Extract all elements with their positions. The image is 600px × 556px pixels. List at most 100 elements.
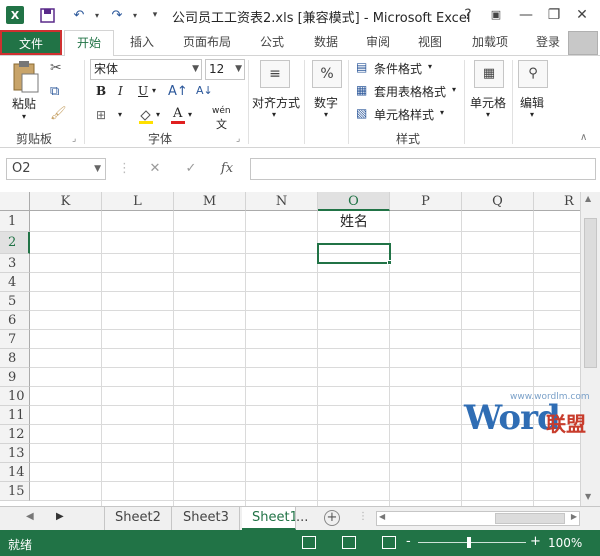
column-header-selected[interactable]: O [318,192,390,211]
fill-handle[interactable] [387,260,392,265]
vertical-scrollbar[interactable]: ▲ ▼ [580,192,600,506]
help-button[interactable]: ? [456,4,480,26]
split-handle-icon[interactable]: ⋮ [358,511,368,522]
binoculars-icon[interactable]: ⚲ [518,60,548,88]
more-sheets-button[interactable]: ... [292,507,312,530]
underline-button[interactable]: U [138,84,148,98]
column-header[interactable]: M [174,192,246,211]
phonetic-icon[interactable]: wén [212,106,231,116]
font-size-select[interactable]: 12 ▼ [205,59,245,80]
select-all-corner[interactable] [0,192,30,211]
borders-dropdown-icon[interactable]: ▾ [118,110,122,119]
row-header[interactable]: 5 [0,292,30,311]
copy-icon[interactable]: ⧉ [50,84,59,99]
cancel-icon[interactable]: ✕ [142,158,168,180]
zoom-thumb[interactable] [467,537,471,548]
page-break-view-icon[interactable] [382,536,396,549]
enter-icon[interactable]: ✓ [178,158,204,180]
tab-insert[interactable]: 插入 [120,30,164,55]
scroll-right-icon[interactable]: ▶ [571,512,577,521]
zoom-out-button[interactable]: - [406,534,411,549]
borders-icon[interactable]: ⊞ [96,108,106,122]
sheet-tab-sheet2[interactable]: Sheet2 [104,507,172,530]
zoom-level[interactable]: 100% [548,536,582,550]
horizontal-scrollbar[interactable]: ◀ ▶ [376,511,580,526]
restore-icon[interactable]: ❐ [542,4,566,26]
sheet-tab-sheet1[interactable]: Sheet1 [242,507,296,530]
cells-dropdown-icon[interactable]: ▾ [486,110,490,119]
row-header[interactable]: 3 [0,254,30,273]
tab-page-layout[interactable]: 页面布局 [176,30,238,55]
tab-data[interactable]: 数据 [304,30,348,55]
column-header[interactable]: L [102,192,174,211]
row-header[interactable]: 6 [0,311,30,330]
conditional-format-button[interactable]: 条件格式 [374,60,422,77]
bold-button[interactable]: B [96,84,106,98]
format-as-table-button[interactable]: 套用表格格式 [374,83,446,100]
font-color-dropdown-icon[interactable]: ▾ [188,110,192,119]
active-cell-outline[interactable] [317,243,391,264]
row-header[interactable]: 1 [0,211,30,232]
add-sheet-icon[interactable]: + [324,510,340,526]
save-icon[interactable] [38,6,56,24]
name-box[interactable]: O2 ▼ [6,158,106,180]
row-header-selected[interactable]: 2 [0,232,30,254]
editing-dropdown-icon[interactable]: ▾ [530,110,534,119]
column-header[interactable]: Q [462,192,534,211]
column-header[interactable]: R [534,192,580,211]
alignment-icon[interactable]: ≡ [260,60,290,88]
redo-dropdown-icon[interactable]: ▾ [126,6,144,24]
close-icon[interactable]: ✕ [570,4,594,26]
avatar[interactable] [568,31,598,55]
page-layout-view-icon[interactable] [342,536,356,549]
zoom-slider[interactable] [418,542,526,543]
column-header[interactable]: N [246,192,318,211]
customize-icon[interactable]: ▾ [146,6,164,24]
normal-view-icon[interactable] [302,536,316,549]
number-dropdown-icon[interactable]: ▾ [324,110,328,119]
paste-button[interactable]: 粘贴 [12,95,36,112]
alignment-button[interactable]: 对齐方式 [252,94,300,111]
row-header[interactable]: 11 [0,406,30,425]
font-shrink-icon[interactable]: A↓ [196,84,213,97]
percent-icon[interactable]: % [312,60,342,88]
sheet-prev-icon[interactable]: ◀ [26,511,34,522]
tab-formulas[interactable]: 公式 [250,30,294,55]
clipboard-launcher-icon[interactable]: ⌟ [72,134,76,144]
row-header[interactable]: 10 [0,387,30,406]
format-painter-icon[interactable]: 🖌 [50,106,67,121]
cell-styles-button[interactable]: 单元格样式 [374,106,434,123]
scroll-left-icon[interactable]: ◀ [379,512,385,521]
tab-home[interactable]: 开始 [64,30,114,56]
row-header[interactable]: 9 [0,368,30,387]
row-header[interactable]: 13 [0,444,30,463]
redo-icon[interactable]: ↷ [108,6,126,24]
font-launcher-icon[interactable]: ⌟ [236,134,240,144]
alignment-dropdown-icon[interactable]: ▾ [272,110,276,119]
underline-dropdown-icon[interactable]: ▾ [152,86,156,95]
font-color-icon[interactable]: A [170,106,186,124]
collapse-ribbon-icon[interactable]: ∧ [580,132,587,143]
italic-button[interactable]: I [118,84,123,98]
cut-icon[interactable]: ✂ [50,60,62,76]
column-header[interactable]: K [30,192,102,211]
fill-color-icon[interactable] [138,108,154,124]
sign-in-link[interactable]: 登录 [526,30,570,55]
insert-function-icon[interactable]: fx [214,158,240,180]
paste-dropdown-icon[interactable]: ▾ [22,112,26,121]
row-header[interactable]: 7 [0,330,30,349]
zoom-in-button[interactable]: + [530,534,541,549]
worksheet-grid[interactable]: K L M N O P Q R 1 2 3 4 5 6 7 8 9 10 11 12 13 14 15 姓名 [0,192,580,506]
cells-button[interactable]: 单元格 [470,94,506,111]
scroll-thumb[interactable] [584,218,597,368]
column-header[interactable]: P [390,192,462,211]
row-header[interactable]: 8 [0,349,30,368]
number-button[interactable]: 数字 [314,94,338,111]
scroll-up-icon[interactable]: ▲ [585,194,591,203]
paste-icon[interactable] [10,60,40,94]
font-name-select[interactable]: 宋体 ▼ [90,59,202,80]
scroll-down-icon[interactable]: ▼ [585,492,591,501]
row-header[interactable]: 14 [0,463,30,482]
undo-dropdown-icon[interactable]: ▾ [88,6,106,24]
h-scroll-thumb[interactable] [495,513,565,524]
